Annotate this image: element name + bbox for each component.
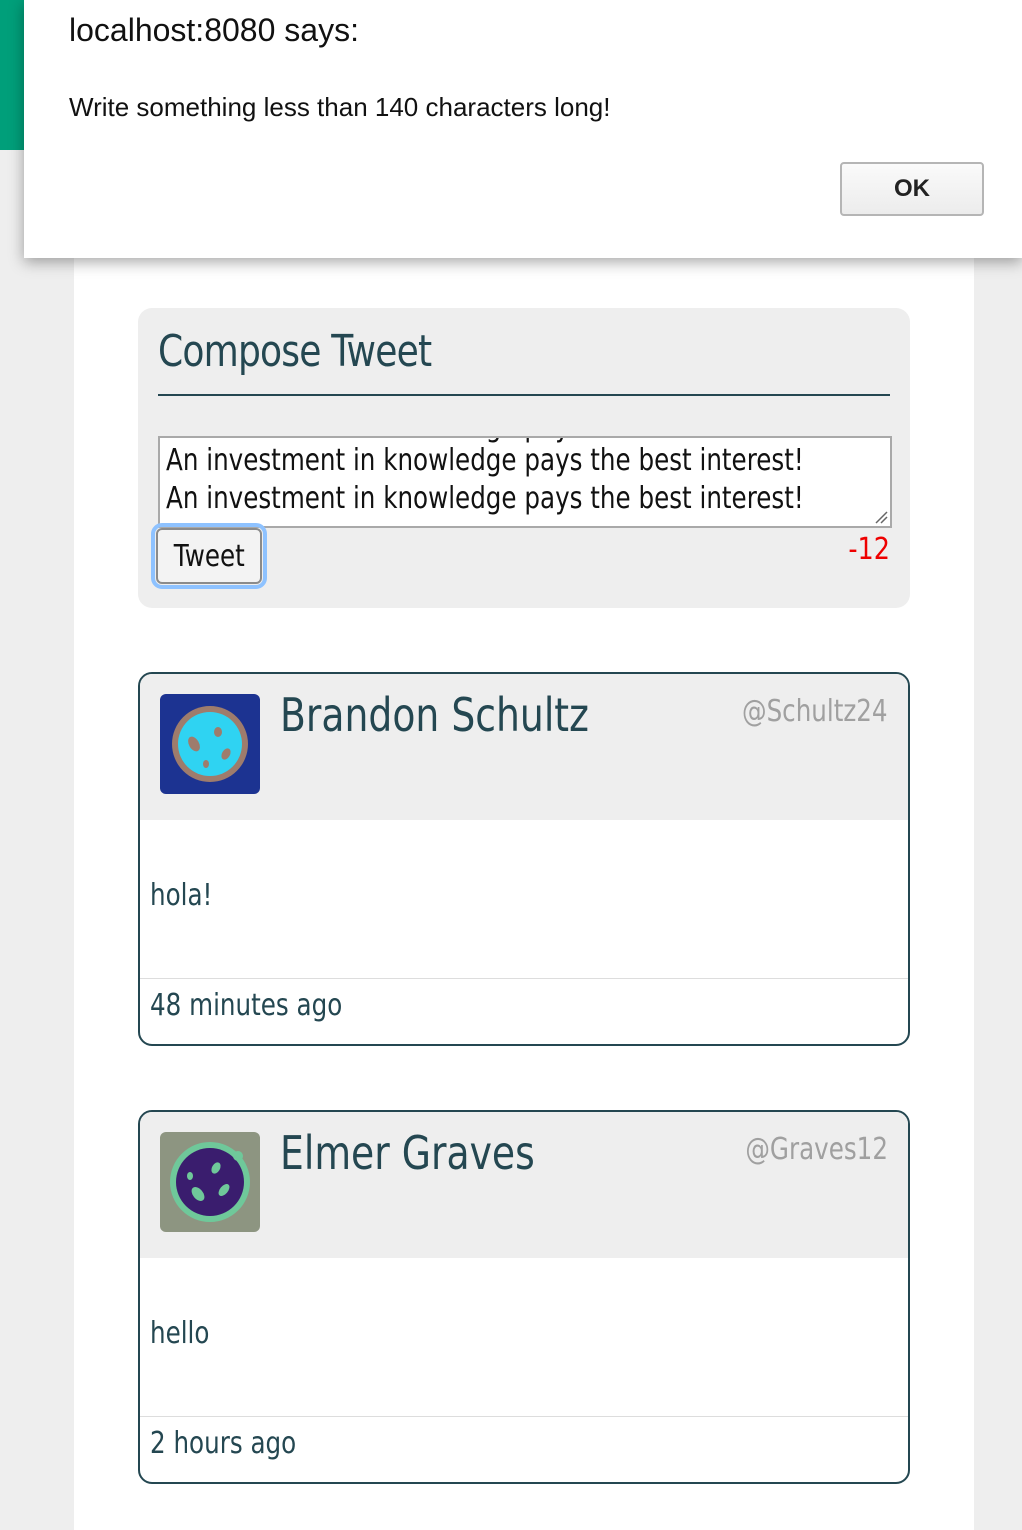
textarea-line: An investment in knowledge pays the best… (166, 481, 804, 516)
char-counter: -12 (848, 532, 890, 567)
dialog-title: localhost:8080 says: (69, 12, 359, 48)
tweet-footer-divider (140, 978, 908, 979)
tweet-timestamp: 2 hours ago (150, 1426, 297, 1461)
tweet-button-label: Tweet (173, 538, 245, 574)
compose-divider (158, 394, 890, 396)
tweet-footer-divider (140, 1416, 908, 1417)
tweet-author-name: Brandon Schultz (280, 688, 589, 742)
resize-grip-icon[interactable] (874, 510, 888, 524)
dialog-message: Write something less than 140 characters… (69, 92, 611, 122)
tweet-author-name: Elmer Graves (280, 1126, 535, 1180)
tweet-timestamp: 48 minutes ago (150, 988, 343, 1023)
compose-title: Compose Tweet (158, 326, 432, 377)
planet-avatar-icon (170, 1142, 250, 1222)
tweet-card: Brandon Schultz @Schultz24 hola! 48 minu… (138, 672, 910, 1046)
tweet-author-handle: @Graves12 (745, 1132, 888, 1167)
planet-avatar-icon (172, 706, 248, 782)
textarea-line: An investment in knowledge pays the best… (166, 443, 804, 478)
tweet-header: Elmer Graves @Graves12 (140, 1112, 908, 1258)
tweet-body: hola! (150, 878, 213, 913)
tweet-body: hello (150, 1316, 210, 1351)
compose-section: Compose Tweet An investment in knowledge… (138, 308, 910, 608)
alert-dialog: localhost:8080 says: Write something les… (24, 0, 1022, 258)
tweet-author-handle: @Schultz24 (742, 694, 888, 729)
avatar (160, 1132, 260, 1232)
tweet-textarea[interactable]: An investment in knowledge pays the best… (158, 436, 892, 528)
tweet-header: Brandon Schultz @Schultz24 (140, 674, 908, 820)
avatar (160, 694, 260, 794)
tweet-card: Elmer Graves @Graves12 hello 2 hours ago (138, 1110, 910, 1484)
ok-button[interactable]: OK (840, 162, 984, 216)
tweet-button[interactable]: Tweet (151, 523, 267, 589)
